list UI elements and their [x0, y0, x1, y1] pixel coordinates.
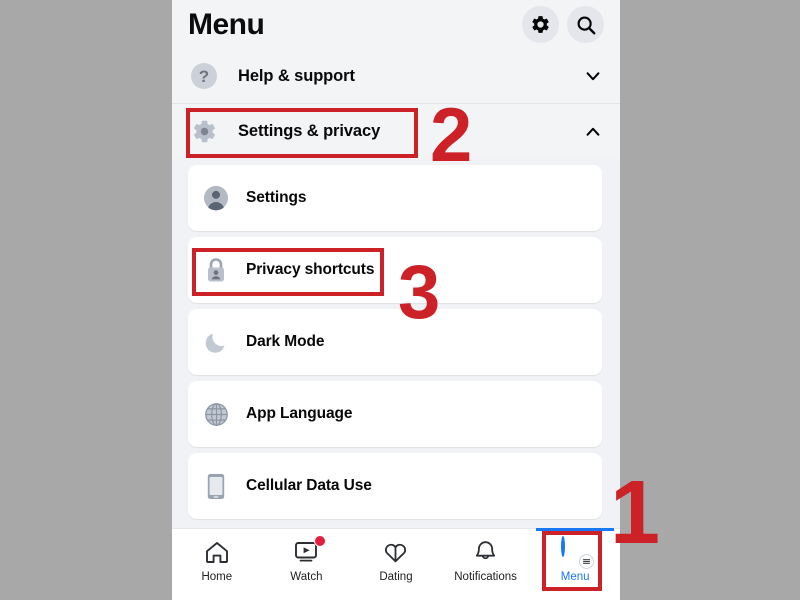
- menu-item-dark-mode[interactable]: Dark Mode: [188, 309, 602, 375]
- menu-section-help-support[interactable]: ? Help & support: [172, 49, 620, 104]
- chevron-up-icon: [584, 123, 602, 141]
- phone-screen: Menu ? Help & support Settings & privacy…: [172, 0, 620, 600]
- notification-badge: [314, 535, 327, 547]
- menu-section-settings-privacy[interactable]: Settings & privacy: [172, 104, 620, 159]
- lock-person-icon: [202, 256, 230, 284]
- nav-tab-label: Menu: [560, 571, 590, 583]
- phone-bottom-filler: [172, 592, 620, 600]
- menu-body: ? Help & support Settings & privacy Sett…: [172, 49, 620, 528]
- question-mark-circle-icon: ?: [189, 61, 219, 91]
- menu-section-label: Help & support: [238, 66, 355, 85]
- search-icon-button[interactable]: [567, 6, 604, 43]
- home-icon: [204, 538, 230, 565]
- dating-hearts-icon: [382, 538, 409, 565]
- nav-tab-label: Watch: [290, 571, 323, 583]
- menu-item-label: Privacy shortcuts: [246, 261, 375, 278]
- nav-tab-label: Notifications: [454, 571, 517, 583]
- search-icon: [575, 14, 597, 36]
- moon-icon: [202, 328, 230, 356]
- app-header: Menu: [172, 0, 620, 49]
- menu-item-settings[interactable]: Settings: [188, 165, 602, 231]
- avatar: [561, 535, 595, 569]
- svg-text:?: ?: [199, 67, 209, 86]
- bottom-navigation-bar: Home Watch Dating Notifications Menu: [172, 528, 620, 592]
- watch-video-icon: [293, 535, 327, 565]
- nav-tab-home[interactable]: Home: [172, 529, 262, 593]
- menu-item-app-language[interactable]: App Language: [188, 381, 602, 447]
- nav-tab-menu[interactable]: Menu: [530, 528, 620, 593]
- menu-item-label: Dark Mode: [246, 333, 325, 350]
- avatar-menu-icon: [561, 535, 595, 569]
- gear-icon: [189, 117, 219, 147]
- menu-item-label: Settings: [246, 189, 307, 206]
- nav-tab-dating[interactable]: Dating: [351, 529, 441, 593]
- nav-tab-watch[interactable]: Watch: [262, 529, 352, 593]
- gear-icon: [530, 14, 551, 35]
- hamburger-icon: [579, 553, 595, 569]
- mobile-phone-icon: [202, 472, 230, 500]
- nav-tab-label: Dating: [379, 571, 413, 583]
- person-circle-icon: [202, 184, 230, 212]
- menu-item-cellular-data-use[interactable]: Cellular Data Use: [188, 453, 602, 519]
- bell-icon: [473, 538, 498, 565]
- page-title: Menu: [188, 7, 265, 41]
- globe-icon: [202, 400, 230, 428]
- nav-tab-notifications[interactable]: Notifications: [441, 529, 531, 593]
- menu-section-label: Settings & privacy: [238, 122, 381, 140]
- menu-item-privacy-shortcuts[interactable]: Privacy shortcuts: [188, 237, 602, 303]
- gear-icon-button[interactable]: [522, 6, 559, 43]
- settings-privacy-items: Settings Privacy shortcuts Dark Mode App…: [172, 165, 620, 519]
- menu-item-label: Cellular Data Use: [246, 477, 372, 494]
- chevron-down-icon: [584, 67, 602, 85]
- menu-item-label: App Language: [246, 405, 353, 422]
- screenshot-root: Menu ? Help & support Settings & privacy…: [0, 0, 800, 600]
- nav-tab-label: Home: [201, 571, 233, 583]
